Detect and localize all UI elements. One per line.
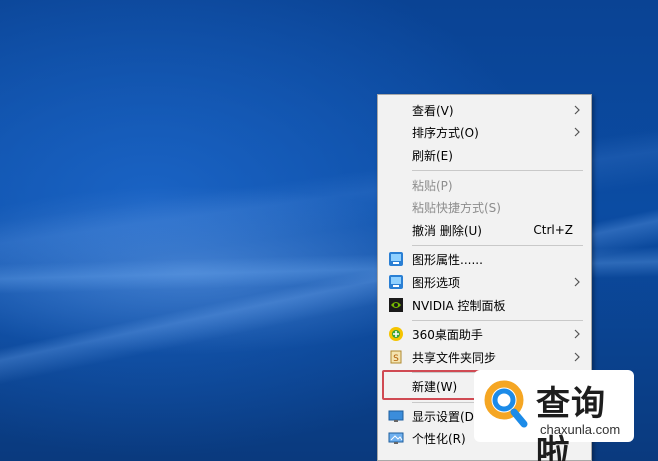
watermark-subtitle: chaxunla.com bbox=[540, 422, 621, 437]
menu-item-nvidia-control-panel[interactable]: NVIDIA 控制面板 bbox=[378, 294, 591, 316]
magnifier-logo-icon bbox=[484, 380, 528, 428]
menu-item-label: 共享文件夹同步 bbox=[412, 350, 497, 365]
menu-item-label: 360桌面助手 bbox=[412, 327, 483, 342]
svg-text:S: S bbox=[393, 354, 399, 364]
menu-item-undo-delete[interactable]: 撤消 删除(U) Ctrl+Z bbox=[378, 219, 591, 241]
menu-item-refresh[interactable]: 刷新(E) bbox=[378, 144, 591, 166]
menu-item-label: 粘贴(P) bbox=[412, 178, 453, 193]
menu-item-view[interactable]: 查看(V) bbox=[378, 99, 591, 121]
menu-separator bbox=[412, 170, 583, 171]
menu-item-label: 粘贴快捷方式(S) bbox=[412, 200, 501, 215]
menu-item-label: 个性化(R) bbox=[412, 431, 466, 446]
menu-item-sort-by[interactable]: 排序方式(O) bbox=[378, 121, 591, 143]
chevron-right-icon bbox=[574, 352, 580, 362]
intel-graphics-icon bbox=[389, 275, 403, 289]
menu-item-paste-shortcut: 粘贴快捷方式(S) bbox=[378, 196, 591, 218]
menu-item-360-desktop-assistant[interactable]: 360桌面助手 bbox=[378, 323, 591, 345]
monitor-icon bbox=[388, 410, 404, 422]
watermark-title: 查询啦 bbox=[536, 384, 606, 461]
menu-item-label: 刷新(E) bbox=[412, 148, 453, 163]
menu-item-paste: 粘贴(P) bbox=[378, 174, 591, 196]
menu-item-label: 图形属性...... bbox=[412, 252, 483, 267]
menu-item-label: 排序方式(O) bbox=[412, 125, 479, 140]
chevron-right-icon bbox=[574, 127, 580, 137]
menu-item-graphics-properties[interactable]: 图形属性...... bbox=[378, 248, 591, 270]
chevron-right-icon bbox=[574, 329, 580, 339]
menu-item-label: 显示设置(D) bbox=[412, 409, 479, 424]
intel-graphics-icon bbox=[389, 252, 403, 266]
watermark-logo: 查询啦 chaxunla.com bbox=[474, 370, 634, 461]
menu-item-label: NVIDIA 控制面板 bbox=[412, 298, 506, 313]
menu-item-label: 图形选项 bbox=[412, 275, 461, 290]
menu-item-label: 查看(V) bbox=[412, 103, 454, 118]
nvidia-icon bbox=[389, 298, 403, 312]
360-assistant-icon bbox=[389, 327, 403, 341]
chevron-right-icon bbox=[574, 277, 580, 287]
sync-folder-icon: S bbox=[390, 350, 402, 364]
keyboard-shortcut: Ctrl+Z bbox=[533, 223, 573, 237]
menu-item-label: 撤消 删除(U) bbox=[412, 223, 482, 238]
menu-separator bbox=[412, 245, 583, 246]
menu-item-shared-folder-sync[interactable]: S 共享文件夹同步 bbox=[378, 346, 591, 368]
chevron-right-icon bbox=[574, 105, 580, 115]
personalize-icon bbox=[388, 432, 404, 444]
menu-item-graphics-options[interactable]: 图形选项 bbox=[378, 271, 591, 293]
menu-separator bbox=[412, 320, 583, 321]
